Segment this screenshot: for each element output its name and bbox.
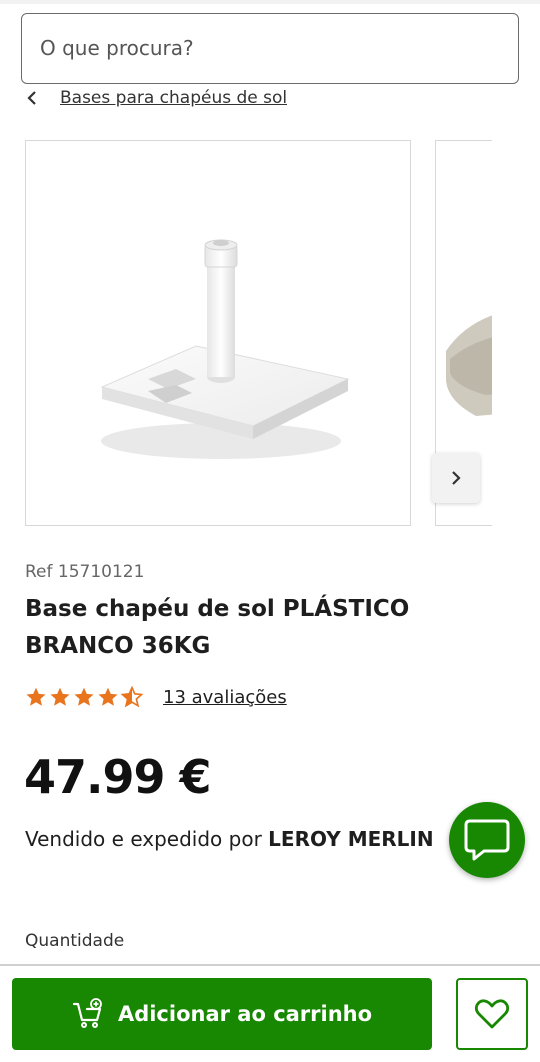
seller-info: Vendido e expedido por LEROY MERLIN (25, 827, 434, 851)
star-full-icon (74, 687, 94, 706)
heart-icon (474, 999, 510, 1029)
top-edge (0, 0, 540, 4)
breadcrumb-link[interactable]: Bases para chapéus de sol (60, 88, 287, 108)
search-input[interactable] (40, 14, 500, 82)
star-full-icon (98, 687, 118, 706)
bottom-divider (0, 964, 540, 966)
cart-add-icon (72, 998, 102, 1028)
star-half-icon (121, 686, 143, 708)
seller-prefix: Vendido e expedido por (25, 827, 269, 851)
chevron-right-icon (452, 471, 461, 485)
chat-icon (464, 819, 510, 861)
product-image-carousel[interactable] (0, 140, 492, 526)
chevron-left-icon (27, 91, 36, 105)
rating-stars (25, 686, 145, 708)
umbrella-base-image (100, 239, 350, 459)
reviews-link[interactable]: 13 avaliações (163, 687, 287, 708)
quantity-label: Quantidade (25, 931, 125, 951)
favorite-button[interactable] (456, 978, 528, 1050)
add-to-cart-label: Adicionar ao carrinho (117, 1002, 373, 1026)
product-ref: Ref 15710121 (25, 562, 145, 582)
star-full-icon (50, 687, 70, 706)
carousel-next-button[interactable] (432, 453, 480, 503)
add-to-cart-button[interactable]: Adicionar ao carrinho (12, 978, 432, 1050)
product-price: 47.99 € (24, 750, 212, 804)
chat-button[interactable] (449, 802, 525, 878)
product-rating[interactable]: 13 avaliações (25, 686, 287, 708)
seller-name: LEROY MERLIN (268, 827, 434, 851)
product-image-main[interactable] (25, 140, 411, 526)
bottom-action-bar: Adicionar ao carrinho (0, 964, 540, 1062)
top-bar (0, 0, 540, 92)
star-full-icon (26, 687, 46, 706)
breadcrumb[interactable]: Bases para chapéus de sol (26, 84, 287, 112)
product-title: Base chapéu de sol PLÁSTICO BRANCO 36KG (25, 596, 410, 659)
search-box[interactable] (21, 13, 519, 84)
